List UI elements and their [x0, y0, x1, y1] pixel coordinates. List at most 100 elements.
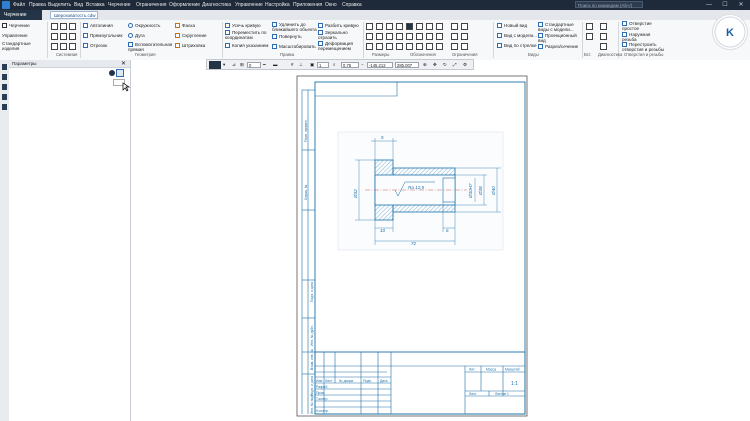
tool-scale[interactable]: Масштабировать — [272, 44, 316, 50]
tool-aux-line[interactable]: Вспомогательная прямая — [128, 42, 176, 52]
zoom-field[interactable]: 0.75 — [341, 62, 359, 68]
arc-dim-icon[interactable] — [396, 23, 403, 30]
settings-icon[interactable]: ⚙ — [463, 61, 467, 69]
insert-icon[interactable] — [586, 23, 593, 30]
mode-tab-drawing[interactable]: Черчение — [0, 10, 42, 20]
constraint3-icon[interactable] — [451, 33, 458, 40]
refresh-icon[interactable]: ↻ — [443, 61, 447, 69]
tool-projection-view[interactable]: Проекционный вид — [538, 33, 580, 43]
tolerance-icon[interactable] — [416, 33, 423, 40]
line-color-icon[interactable]: ▬ — [273, 61, 278, 69]
tool-rebuild-holes[interactable]: Перестроить отверстия и резьбы — [622, 42, 668, 52]
fit-icon[interactable]: ⤢ — [453, 61, 457, 69]
tool-autoline[interactable]: Автолиния — [83, 23, 113, 29]
save-icon[interactable] — [69, 23, 76, 30]
tool-arrow-view[interactable]: Вид по стрелке — [497, 43, 537, 49]
tool-break-curve[interactable]: Разбить кривую — [318, 23, 359, 29]
angle-dim-icon[interactable] — [386, 23, 393, 30]
zoom-icon[interactable]: ⌕ — [333, 61, 336, 69]
diag3-icon[interactable] — [600, 43, 607, 50]
tool-arc[interactable]: Дуга — [128, 33, 145, 39]
dimension-icon[interactable] — [366, 23, 373, 30]
document-tab[interactable]: Шероховатость.cdw — [50, 11, 98, 19]
constraint5-icon[interactable] — [451, 43, 458, 50]
menu-edit[interactable]: Правка — [29, 1, 46, 9]
tool-standard-views[interactable]: Стандартные виды с модели... — [538, 22, 580, 32]
tool-deform[interactable]: Деформация перемещением — [318, 41, 362, 51]
tool-fillet[interactable]: Скругление — [175, 33, 207, 39]
constraint-icon[interactable] — [451, 23, 458, 30]
constraint6-icon[interactable] — [461, 43, 468, 50]
note-icon[interactable] — [436, 43, 443, 50]
diameter-dim-icon[interactable] — [386, 33, 393, 40]
break-dim-icon[interactable] — [386, 43, 393, 50]
menu-settings[interactable]: Настройка — [265, 1, 290, 9]
cut-line-icon[interactable] — [426, 33, 433, 40]
minimize-button[interactable]: — — [702, 0, 716, 10]
drawing-sheet[interactable]: Перв. примен. Справ. № Подп. и дата Инв.… — [295, 70, 537, 421]
pan-icon[interactable]: ✥ — [433, 61, 437, 69]
tool-rectangle[interactable]: Прямоугольник — [83, 33, 122, 39]
menu-format[interactable]: Оформление — [169, 1, 200, 9]
grid-icon[interactable]: # — [291, 61, 294, 69]
diag-icon[interactable] — [600, 23, 607, 30]
leader-icon[interactable] — [436, 23, 443, 30]
tool-simple-hole[interactable]: Отверстие простое — [622, 21, 662, 31]
tool-hatch[interactable]: Штриховка — [175, 43, 205, 49]
table-icon[interactable] — [426, 23, 433, 30]
menu-insert[interactable]: Вставка — [86, 1, 105, 9]
ribbon-standard-parts[interactable]: Стандартные изделия — [2, 41, 46, 51]
menu-window[interactable]: Окно — [325, 1, 337, 9]
diag2-icon[interactable] — [600, 33, 607, 40]
maximize-button[interactable]: ☐ — [718, 0, 732, 10]
position-icon[interactable] — [396, 33, 403, 40]
tool-mirror[interactable]: Зеркально отразить — [318, 30, 360, 40]
snap-icon[interactable]: ⊿ — [232, 61, 236, 69]
current-tool-icon[interactable] — [209, 61, 221, 69]
menu-manage[interactable]: Управление — [235, 1, 263, 9]
tool-outer-thread[interactable]: Наружная резьба — [622, 32, 662, 42]
tool-circle[interactable]: Окружность — [128, 23, 160, 29]
weld-icon[interactable] — [416, 43, 423, 50]
height-dim-icon[interactable] — [376, 43, 383, 50]
menu-constraints[interactable]: Ограничения — [136, 1, 166, 9]
ortho-icon[interactable]: ⊥ — [299, 61, 303, 69]
constraint4-icon[interactable] — [461, 33, 468, 40]
tool-segment[interactable]: Отрезок — [83, 43, 107, 49]
chain-dim-icon[interactable] — [366, 33, 373, 40]
view-number-field[interactable]: 1 — [317, 62, 329, 68]
arrow-icon[interactable] — [436, 33, 443, 40]
line-style-icon[interactable]: ━ — [263, 61, 266, 69]
tool-new-view[interactable]: Новый вид — [497, 23, 527, 29]
undo-icon[interactable] — [51, 33, 58, 40]
radial-dim-icon[interactable] — [376, 23, 383, 30]
command-search-input[interactable]: Поиск по командам (Alt+/) — [575, 1, 643, 8]
layers-icon[interactable] — [2, 74, 7, 80]
menu-diagnostics[interactable]: Диагностика — [202, 1, 231, 9]
panel-option-icon[interactable] — [109, 70, 115, 76]
menu-view[interactable]: Вид — [74, 1, 83, 9]
ribbon-manage[interactable]: Управление — [2, 33, 28, 38]
mark-icon[interactable] — [406, 43, 413, 50]
redo-icon[interactable] — [60, 33, 67, 40]
list-icon[interactable] — [2, 84, 7, 90]
panel-close-icon[interactable]: ✕ — [121, 61, 127, 67]
tool-section[interactable]: Разрез/сечение — [538, 44, 578, 50]
line-dim-icon[interactable] — [366, 43, 373, 50]
new-doc-icon[interactable] — [51, 23, 58, 30]
zoom-out-icon[interactable]: − — [361, 61, 364, 69]
cut-icon[interactable] — [51, 43, 58, 50]
text-icon[interactable] — [416, 23, 423, 30]
menu-select[interactable]: Выделить — [48, 1, 71, 9]
paste-icon[interactable] — [69, 43, 76, 50]
tree-icon[interactable] — [2, 64, 7, 70]
axis-icon[interactable] — [396, 43, 403, 50]
tool-extend[interactable]: Удлинить до ближайшего объекта — [272, 22, 318, 32]
tool-trim[interactable]: Усечь кривую — [225, 23, 261, 29]
roughness-icon[interactable] — [406, 23, 413, 30]
base-dim-icon[interactable] — [376, 33, 383, 40]
copy-icon[interactable] — [60, 43, 67, 50]
library-icon[interactable] — [2, 104, 7, 110]
menu-apps[interactable]: Приложения — [293, 1, 322, 9]
insert2-icon[interactable] — [586, 33, 593, 40]
